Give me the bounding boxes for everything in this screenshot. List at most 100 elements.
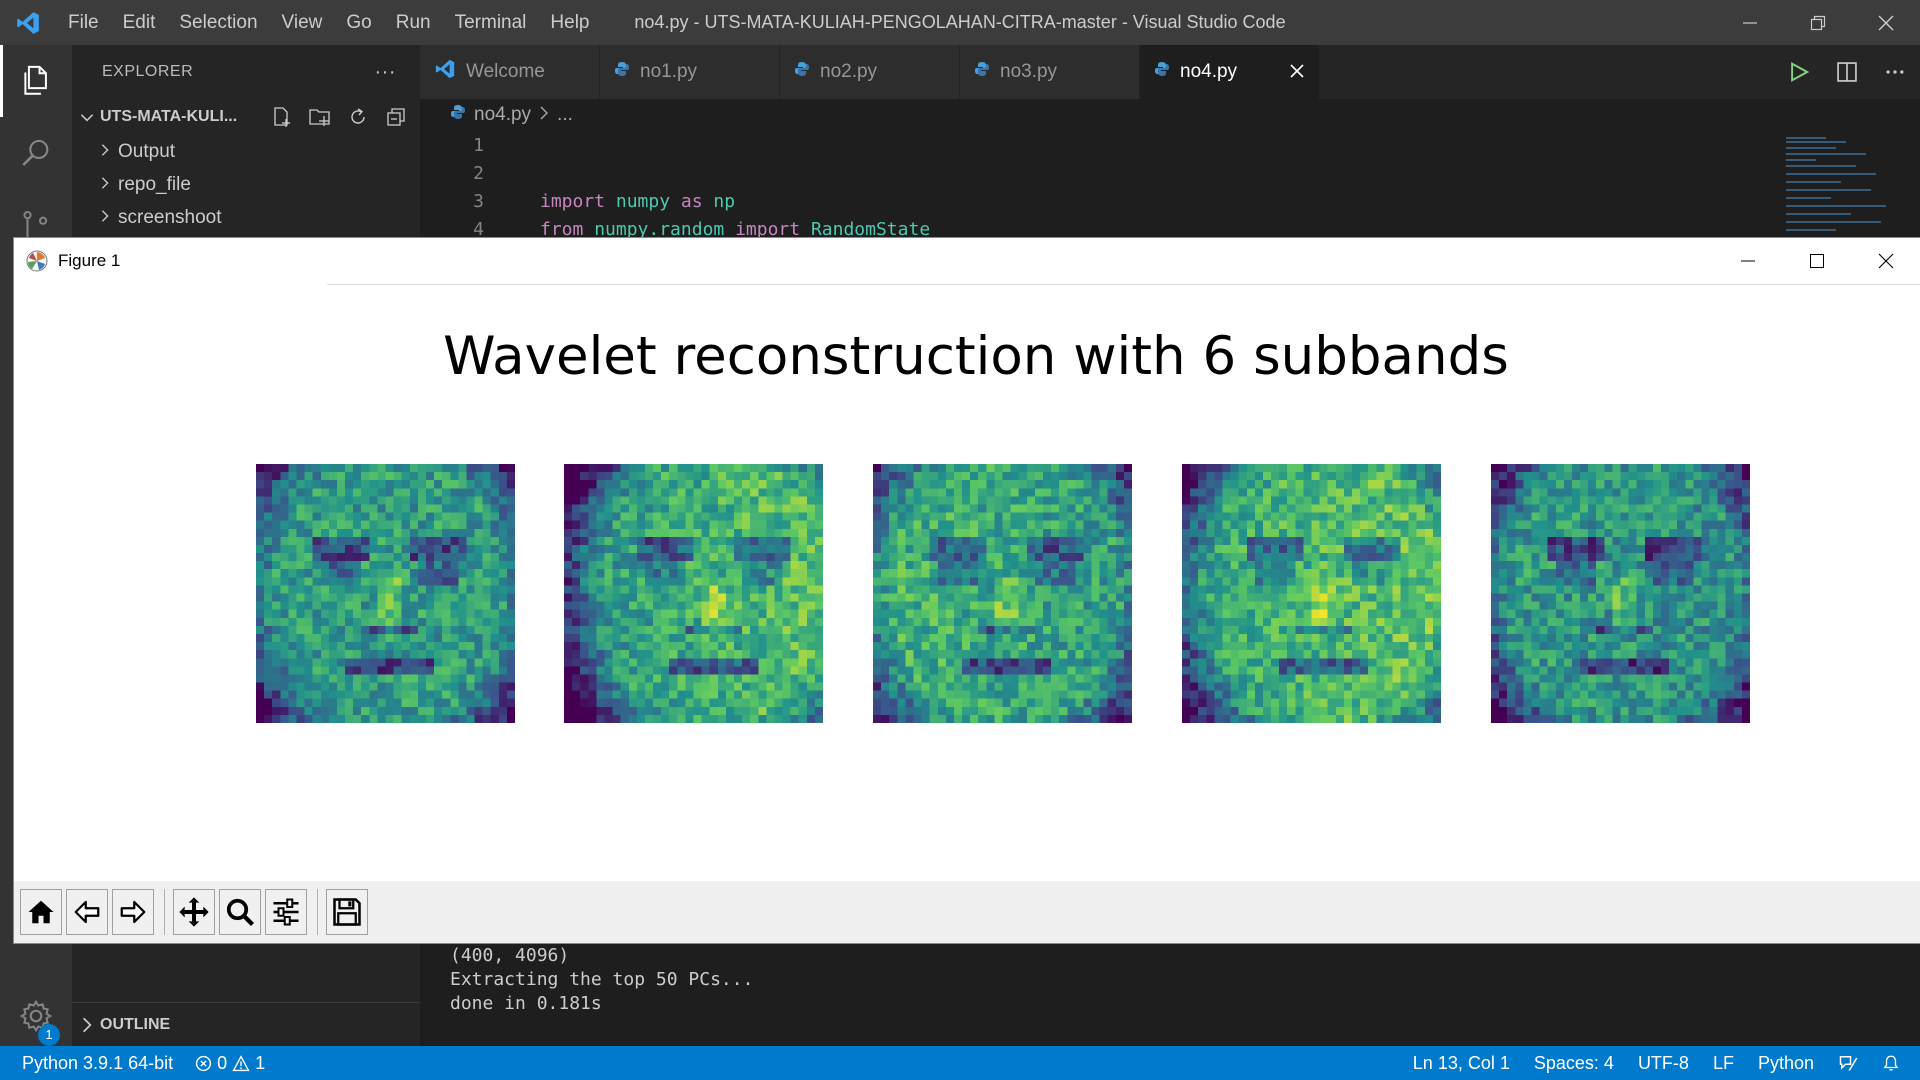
close-tab-icon[interactable] <box>1289 59 1305 85</box>
move-icon <box>179 897 209 927</box>
status-left: Python 3.9.1 64-bit 0 1 <box>0 1053 265 1074</box>
figure-close-button[interactable] <box>1851 238 1920 284</box>
problems-indicator[interactable]: 0 1 <box>195 1053 265 1074</box>
vscode-logo-icon <box>0 0 56 45</box>
terminal-line: Extracting the top 50 PCs... <box>450 969 754 990</box>
zoom-icon <box>226 898 255 927</box>
alias-name: np <box>702 190 736 212</box>
menu-edit[interactable]: Edit <box>111 0 168 45</box>
minimap[interactable] <box>1778 131 1898 241</box>
tab-no4[interactable]: no4.py <box>1140 45 1320 99</box>
menu-bar: File Edit Selection View Go Run Terminal… <box>56 0 602 45</box>
collapse-all-icon[interactable] <box>384 105 408 129</box>
outline-title: OUTLINE <box>100 1015 171 1033</box>
tree-item-label: Output <box>118 140 176 162</box>
code-editor[interactable]: 1 2 3 import numpy as np 4 from numpy.ra… <box>420 131 1780 241</box>
window-controls <box>1716 0 1920 45</box>
figure-minimize-button[interactable] <box>1713 238 1782 284</box>
tree-item-repo-file[interactable]: repo_file <box>72 168 420 201</box>
tab-label: no4.py <box>1180 61 1238 82</box>
configure-subplots-button[interactable] <box>265 889 307 935</box>
figure-toolbar <box>14 881 1920 943</box>
code-line: 2 <box>420 159 1780 187</box>
split-editor-icon[interactable] <box>1836 61 1858 83</box>
module-name: numpy <box>605 190 671 212</box>
new-folder-icon[interactable] <box>308 105 332 129</box>
manage-gear-icon[interactable]: 1 <box>0 980 72 1052</box>
tab-label: no1.py <box>640 61 698 82</box>
python-interpreter[interactable]: Python 3.9.1 64-bit <box>22 1053 173 1074</box>
end-of-line[interactable]: LF <box>1713 1053 1734 1074</box>
terminal-line: (400, 4096) <box>450 945 570 966</box>
workspace-folder[interactable]: UTS-MATA-KULI... <box>72 99 420 135</box>
python-icon <box>974 61 990 83</box>
menu-help[interactable]: Help <box>538 0 601 45</box>
home-button[interactable] <box>20 889 62 935</box>
vscode-icon <box>434 58 456 86</box>
arrow-left-icon <box>74 900 100 924</box>
indentation[interactable]: Spaces: 4 <box>1534 1053 1614 1074</box>
forward-button[interactable] <box>112 889 154 935</box>
cursor-position[interactable]: Ln 13, Col 1 <box>1413 1053 1510 1074</box>
tab-no1[interactable]: no1.py <box>600 45 780 99</box>
menu-run[interactable]: Run <box>384 0 443 45</box>
line-number: 4 <box>473 218 484 240</box>
run-play-icon[interactable] <box>1788 61 1810 83</box>
tab-label: no2.py <box>820 61 878 82</box>
figure-suptitle: Wavelet reconstruction with 6 subbands <box>443 326 1509 387</box>
line-number: 1 <box>473 134 484 156</box>
menu-file[interactable]: File <box>56 0 111 45</box>
tab-label: no3.py <box>1000 61 1058 82</box>
language-mode[interactable]: Python <box>1758 1053 1814 1074</box>
terminal-panel[interactable]: (400, 4096) Extracting the top 50 PCs...… <box>420 944 1920 1046</box>
tab-welcome[interactable]: Welcome <box>420 45 600 99</box>
tab-no2[interactable]: no2.py <box>780 45 960 99</box>
chevron-right-icon <box>98 207 118 229</box>
more-actions-icon[interactable] <box>1884 61 1906 83</box>
close-window-button[interactable] <box>1852 0 1920 45</box>
back-button[interactable] <box>66 889 108 935</box>
keyword: import <box>724 218 801 240</box>
save-figure-button[interactable] <box>326 889 368 935</box>
tab-no3[interactable]: no3.py <box>960 45 1140 99</box>
restore-button[interactable] <box>1784 0 1852 45</box>
notifications-bell-icon[interactable] <box>1882 1053 1900 1073</box>
chevron-right-icon <box>83 1017 92 1032</box>
breadcrumb-file[interactable]: no4.py <box>474 104 531 126</box>
tree-item-screenshoot[interactable]: screenshoot <box>72 201 420 234</box>
breadcrumb-symbols[interactable]: ... <box>557 104 573 126</box>
zoom-button[interactable] <box>219 889 261 935</box>
outline-section[interactable]: OUTLINE <box>72 1002 420 1046</box>
menu-go[interactable]: Go <box>334 0 383 45</box>
keyword: import <box>540 190 606 212</box>
arrow-right-icon <box>120 900 146 924</box>
face-image <box>256 464 515 723</box>
refresh-icon[interactable] <box>346 105 370 129</box>
sliders-icon <box>273 898 299 926</box>
tree-item-output[interactable]: Output <box>72 135 420 168</box>
home-icon <box>28 900 54 924</box>
feedback-icon[interactable] <box>1838 1053 1858 1073</box>
explorer-icon[interactable] <box>0 45 72 117</box>
menu-view[interactable]: View <box>270 0 335 45</box>
figure-title-bar: Figure 1 <box>14 238 1920 284</box>
menu-selection[interactable]: Selection <box>167 0 269 45</box>
status-right: Ln 13, Col 1 Spaces: 4 UTF-8 LF Python <box>1413 1053 1920 1074</box>
search-icon[interactable] <box>0 117 72 189</box>
terminal-line: done in 0.181s <box>450 993 602 1014</box>
line-number: 2 <box>473 162 484 184</box>
more-actions-icon[interactable]: ··· <box>375 61 396 84</box>
menu-terminal[interactable]: Terminal <box>443 0 539 45</box>
encoding[interactable]: UTF-8 <box>1638 1053 1689 1074</box>
minimize-button[interactable] <box>1716 0 1784 45</box>
editor-tabs: Welcome no1.py no2.py no3.py no4.py <box>420 45 1920 99</box>
folder-actions <box>270 105 408 129</box>
manage-badge: 1 <box>38 1024 60 1046</box>
figure-maximize-button[interactable] <box>1782 238 1851 284</box>
figure-canvas[interactable]: Wavelet reconstruction with 6 subbands <box>14 284 1920 881</box>
warning-icon <box>232 1054 250 1071</box>
status-bar: Python 3.9.1 64-bit 0 1 Ln 13, Col 1 Spa… <box>0 1046 1920 1080</box>
figure-window-title: Figure 1 <box>58 251 121 270</box>
pan-button[interactable] <box>173 889 215 935</box>
new-file-icon[interactable] <box>270 105 294 129</box>
